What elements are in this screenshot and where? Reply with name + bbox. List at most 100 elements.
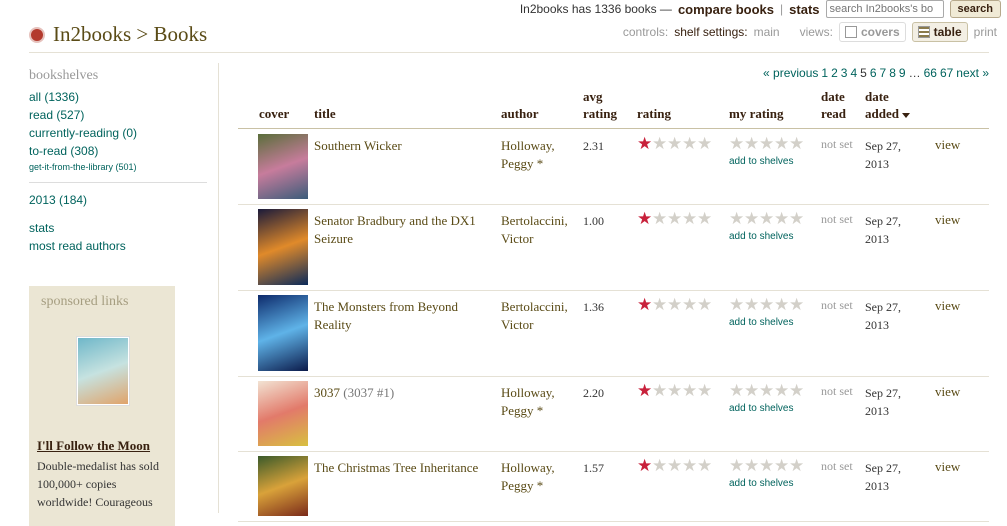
stats-link[interactable]: stats bbox=[789, 2, 819, 17]
my-rating-star-icon[interactable]: ★ bbox=[774, 296, 789, 313]
my-rating-star-icon[interactable]: ★ bbox=[729, 135, 744, 152]
my-rating-stars[interactable]: ★ ★ ★ ★ ★ bbox=[729, 135, 804, 152]
my-rating-star-icon[interactable]: ★ bbox=[729, 296, 744, 313]
book-cover-image[interactable] bbox=[258, 134, 308, 199]
my-rating-star-icon[interactable]: ★ bbox=[759, 457, 774, 474]
rating-star-icon: ★ bbox=[667, 295, 683, 314]
page-link[interactable]: 7 bbox=[880, 66, 887, 80]
view-link[interactable]: view bbox=[935, 298, 960, 314]
book-title-link[interactable]: Senator Bradbury and the DX1 Seizure bbox=[314, 213, 476, 246]
rating-stars: ★ ★ ★ ★ ★ bbox=[637, 135, 712, 152]
my-rating-star-icon[interactable]: ★ bbox=[729, 210, 744, 227]
covers-view-button[interactable]: covers bbox=[838, 22, 906, 42]
sidebar-divider bbox=[218, 63, 219, 513]
book-cover-image[interactable] bbox=[258, 456, 308, 516]
page-link[interactable]: 2 bbox=[831, 66, 838, 80]
page-link[interactable]: 9 bbox=[899, 66, 906, 80]
my-rating-star-icon[interactable]: ★ bbox=[774, 135, 789, 152]
print-link[interactable]: print bbox=[974, 25, 997, 39]
column-date-read[interactable]: date read bbox=[821, 88, 846, 122]
column-my-rating[interactable]: my rating bbox=[729, 105, 784, 122]
column-author[interactable]: author bbox=[501, 105, 539, 122]
next-page-link[interactable]: next » bbox=[956, 66, 989, 80]
author-link[interactable]: Holloway, Peggy bbox=[501, 460, 555, 493]
sponsored-links-box: sponsored links I'll Follow the Moon Dou… bbox=[29, 286, 175, 526]
book-cover-image[interactable] bbox=[258, 295, 308, 371]
my-rating-star-icon[interactable]: ★ bbox=[789, 457, 804, 474]
page-link[interactable]: 8 bbox=[889, 66, 896, 80]
book-cover-image[interactable] bbox=[258, 381, 308, 446]
my-rating-star-icon[interactable]: ★ bbox=[789, 296, 804, 313]
column-rating[interactable]: rating bbox=[637, 105, 671, 122]
my-rating-star-icon[interactable]: ★ bbox=[774, 457, 789, 474]
view-link[interactable]: view bbox=[935, 137, 960, 153]
view-link[interactable]: view bbox=[935, 384, 960, 400]
rating-stars: ★ ★ ★ ★ ★ bbox=[637, 382, 712, 399]
my-rating-star-icon[interactable]: ★ bbox=[744, 296, 759, 313]
my-rating-stars[interactable]: ★ ★ ★ ★ ★ bbox=[729, 210, 804, 227]
my-rating-star-icon[interactable]: ★ bbox=[729, 382, 744, 399]
column-avg-rating[interactable]: avg rating bbox=[583, 88, 617, 122]
my-rating-star-icon[interactable]: ★ bbox=[759, 382, 774, 399]
compare-books-link[interactable]: compare books bbox=[678, 2, 774, 17]
my-rating-star-icon[interactable]: ★ bbox=[744, 210, 759, 227]
add-to-shelves-link[interactable]: add to shelves bbox=[729, 317, 804, 328]
shelf-to-read[interactable]: to-read (308) bbox=[29, 142, 207, 160]
page-link[interactable]: 6 bbox=[870, 66, 877, 80]
column-cover[interactable]: cover bbox=[259, 105, 289, 122]
shelf-read[interactable]: read (527) bbox=[29, 106, 207, 124]
my-rating-star-icon[interactable]: ★ bbox=[729, 457, 744, 474]
my-rating-star-icon[interactable]: ★ bbox=[789, 135, 804, 152]
add-to-shelves-link[interactable]: add to shelves bbox=[729, 231, 804, 242]
shelf-settings-main-link[interactable]: main bbox=[754, 25, 780, 39]
shelf-get-it-from-the-library[interactable]: get-it-from-the-library (501) bbox=[29, 160, 207, 174]
book-title-link[interactable]: 3037 bbox=[314, 385, 340, 400]
user-badge-icon bbox=[29, 26, 45, 43]
add-to-shelves-link[interactable]: add to shelves bbox=[729, 478, 804, 489]
add-to-shelves-link[interactable]: add to shelves bbox=[729, 403, 804, 414]
search-input[interactable] bbox=[825, 0, 944, 18]
my-rating-stars[interactable]: ★ ★ ★ ★ ★ bbox=[729, 296, 804, 313]
my-rating-stars[interactable]: ★ ★ ★ ★ ★ bbox=[729, 382, 804, 399]
book-title-link[interactable]: Southern Wicker bbox=[314, 138, 402, 153]
page-link[interactable]: 1 bbox=[821, 66, 828, 80]
my-rating-star-icon[interactable]: ★ bbox=[744, 382, 759, 399]
my-rating-star-icon[interactable]: ★ bbox=[744, 457, 759, 474]
stats-sidebar-link[interactable]: stats bbox=[29, 219, 207, 237]
book-title-link[interactable]: The Monsters from Beyond Reality bbox=[314, 299, 458, 332]
shelf-currently-reading[interactable]: currently-reading (0) bbox=[29, 124, 207, 142]
book-cover-image[interactable] bbox=[258, 209, 308, 285]
my-rating-star-icon[interactable]: ★ bbox=[759, 210, 774, 227]
search-button[interactable]: search bbox=[949, 0, 1001, 18]
author-link[interactable]: Bertolaccini, Victor bbox=[501, 299, 568, 332]
ad-book-cover-image[interactable] bbox=[77, 337, 129, 405]
view-link[interactable]: view bbox=[935, 459, 960, 475]
shelf-2013[interactable]: 2013 (184) bbox=[29, 191, 207, 209]
shelf-all[interactable]: all (1336) bbox=[29, 88, 207, 106]
table-view-button[interactable]: table bbox=[911, 22, 968, 42]
book-title-link[interactable]: The Christmas Tree Inheritance bbox=[314, 460, 478, 475]
my-rating-star-icon[interactable]: ★ bbox=[744, 135, 759, 152]
my-rating-stars[interactable]: ★ ★ ★ ★ ★ bbox=[729, 457, 804, 474]
column-title[interactable]: title bbox=[314, 105, 336, 122]
page-link[interactable]: 3 bbox=[841, 66, 848, 80]
author-link[interactable]: Holloway, Peggy bbox=[501, 385, 555, 418]
page-link[interactable]: 67 bbox=[940, 66, 953, 80]
page-link[interactable]: 4 bbox=[850, 66, 857, 80]
add-to-shelves-link[interactable]: add to shelves bbox=[729, 156, 804, 167]
my-rating-star-icon[interactable]: ★ bbox=[774, 210, 789, 227]
date-added-1: Sep 27, bbox=[865, 386, 901, 400]
column-date-added[interactable]: date added bbox=[865, 88, 910, 122]
previous-page-link[interactable]: « previous bbox=[763, 66, 818, 80]
my-rating-star-icon[interactable]: ★ bbox=[759, 135, 774, 152]
my-rating-star-icon[interactable]: ★ bbox=[774, 382, 789, 399]
most-read-authors-link[interactable]: most read authors bbox=[29, 237, 207, 255]
author-link[interactable]: Bertolaccini, Victor bbox=[501, 213, 568, 246]
my-rating-star-icon[interactable]: ★ bbox=[789, 210, 804, 227]
page-link[interactable]: 66 bbox=[924, 66, 937, 80]
my-rating-star-icon[interactable]: ★ bbox=[789, 382, 804, 399]
author-link[interactable]: Holloway, Peggy bbox=[501, 138, 555, 171]
ad-title-link[interactable]: I'll Follow the Moon bbox=[37, 438, 150, 454]
view-link[interactable]: view bbox=[935, 212, 960, 228]
my-rating-star-icon[interactable]: ★ bbox=[759, 296, 774, 313]
